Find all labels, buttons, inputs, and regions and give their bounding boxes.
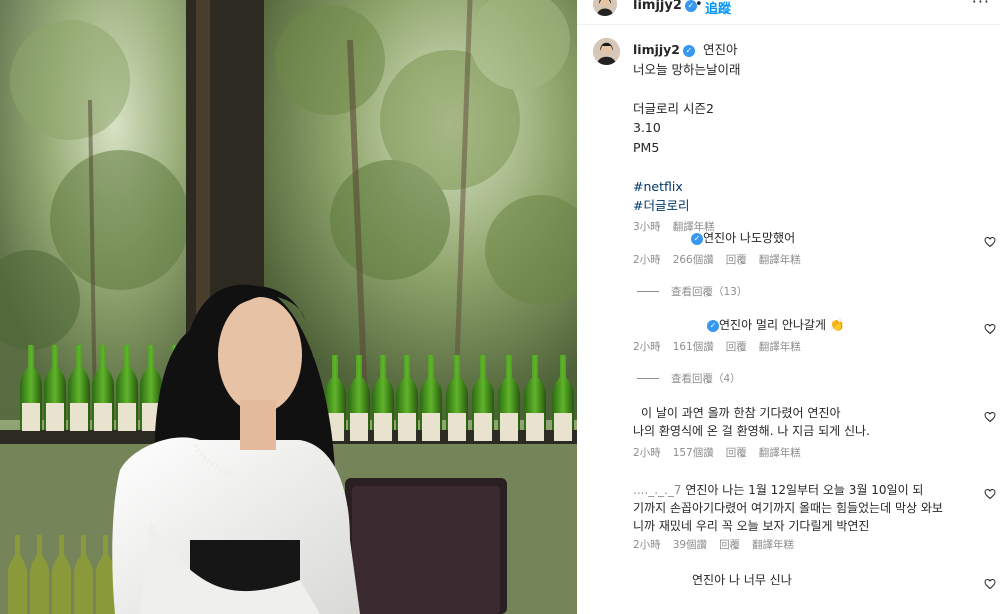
comment-text-line: 니까 재밌네 우리 꼭 오늘 보자 기다릴게 박연진 xyxy=(633,519,870,533)
bottle-label xyxy=(474,413,492,441)
translate-link[interactable]: 翻譯年糕 xyxy=(759,445,801,460)
bottle-label xyxy=(46,403,64,431)
caption-line: 3.10 xyxy=(633,120,661,135)
bottle-label xyxy=(118,403,136,431)
bottle-label xyxy=(448,413,466,441)
comment-text: 연진아 멀리 안나갈게 👏 xyxy=(719,318,845,332)
bottle-label xyxy=(350,413,368,441)
comment-likes[interactable]: 157個讚 xyxy=(673,445,714,460)
translate-link[interactable]: 翻譯年糕 xyxy=(759,339,801,354)
comment-text: 연진아 나는 1월 12일부터 오늘 3월 10일이 되 xyxy=(685,483,924,497)
caption-avatar[interactable] xyxy=(593,38,620,65)
heart-icon[interactable] xyxy=(984,236,996,248)
comment-text: 연진아 나 너무 신나 xyxy=(692,573,792,587)
comment-time: 2小時 xyxy=(633,447,661,459)
follow-button[interactable]: 追蹤 xyxy=(705,0,731,17)
post-header: limjjy2 ✓ • 追蹤 ··· xyxy=(577,0,1000,25)
author-username[interactable]: limjjy2 ✓ xyxy=(633,0,697,13)
more-icon[interactable]: ··· xyxy=(972,0,990,11)
reply-button[interactable]: 回覆 xyxy=(726,445,747,460)
comment-time: 2小時 xyxy=(633,539,661,551)
post-side-panel: limjjy2 ✓ • 追蹤 ··· limjjy2 ✓ 연진아 너오늘 망하는날이… xyxy=(577,0,1000,614)
comment-meta: 2小時 161個讚 回覆 翻譯年糕 xyxy=(633,339,801,354)
caption-line: PM5 xyxy=(633,139,660,155)
comment-likes[interactable]: 39個讚 xyxy=(673,537,707,552)
bottle-label xyxy=(526,413,544,441)
comment-text: 연진아 나도망했어 xyxy=(703,231,796,245)
caption-time: 3小時 xyxy=(633,220,661,233)
verified-badge-icon: ✓ xyxy=(691,233,703,245)
verified-badge-icon: ✓ xyxy=(683,45,696,57)
author-avatar[interactable] xyxy=(593,0,617,16)
comment-text-line: 이 날이 과연 올까 한참 기다렸어 연진아 xyxy=(641,406,841,420)
comment-text-line: ...._._._7 연진아 나는 1월 12일부터 오늘 3월 10일이 되 xyxy=(633,481,923,499)
view-replies-label: 查看回覆（13） xyxy=(671,286,748,298)
bottle-label xyxy=(22,403,40,431)
reply-button[interactable]: 回覆 xyxy=(726,252,747,267)
comment-time: 2小時 xyxy=(633,254,661,266)
heart-icon[interactable] xyxy=(984,323,996,335)
reply-button[interactable]: 回覆 xyxy=(719,537,740,552)
post-photo xyxy=(0,0,577,614)
caption-line: 더글로리 시즌2 xyxy=(633,100,714,116)
reply-button[interactable]: 回覆 xyxy=(726,339,747,354)
translate-link[interactable]: 翻譯年糕 xyxy=(759,252,801,267)
hashtag-netflix[interactable]: #netflix xyxy=(633,177,993,197)
hashtag-the-glory[interactable]: #더글로리 xyxy=(633,196,993,216)
heart-icon[interactable] xyxy=(984,411,996,423)
comment-likes[interactable]: 266個讚 xyxy=(673,252,714,267)
comment-text-line: 기까지 손꼽아기다렸어 여기까지 올때는 힘들었는데 막상 와보 xyxy=(633,501,943,515)
caption-line: 연진아 xyxy=(703,42,738,57)
view-replies-button[interactable]: 查看回覆（13） xyxy=(637,284,747,299)
bottle-label xyxy=(94,403,112,431)
caption-line: 너오늘 망하는날이래 xyxy=(633,61,741,77)
comment-likes[interactable]: 161個讚 xyxy=(673,339,714,354)
view-replies-label: 查看回覆（4） xyxy=(671,373,741,385)
photo-image xyxy=(0,0,577,614)
bottle-label xyxy=(374,413,392,441)
translate-link[interactable]: 翻譯年糕 xyxy=(752,537,794,552)
bottle-label xyxy=(500,413,518,441)
caption-username[interactable]: limjjy2 xyxy=(633,42,680,57)
caption-meta: 3小時 翻譯年糕 xyxy=(633,218,993,238)
verified-badge-icon: ✓ xyxy=(707,320,719,332)
comment-meta: 2小時 266個讚 回覆 翻譯年糕 xyxy=(633,252,801,267)
bottle-label xyxy=(422,413,440,441)
comment-time: 2小時 xyxy=(633,341,661,353)
caption-body: limjjy2 ✓ 연진아 너오늘 망하는날이래 더글로리 시즌2 3.10 PM… xyxy=(633,40,993,237)
comment-meta: 2小時 157個讚 回覆 翻譯年糕 xyxy=(633,445,801,460)
heart-icon[interactable] xyxy=(984,578,996,590)
bottle-label xyxy=(398,413,416,441)
separator-dot: • xyxy=(695,0,703,12)
view-replies-button[interactable]: 查看回覆（4） xyxy=(637,371,741,386)
heart-icon[interactable] xyxy=(984,488,996,500)
comment-meta: 2小時 39個讚 回覆 翻譯年糕 xyxy=(633,537,794,552)
comment-username[interactable]: ...._._._7 xyxy=(633,483,682,497)
bottle-label xyxy=(70,403,88,431)
comment-text-line: 나의 환영식에 온 걸 환영해. 나 지금 되게 신나. xyxy=(633,424,870,438)
bottle-label xyxy=(554,413,572,441)
